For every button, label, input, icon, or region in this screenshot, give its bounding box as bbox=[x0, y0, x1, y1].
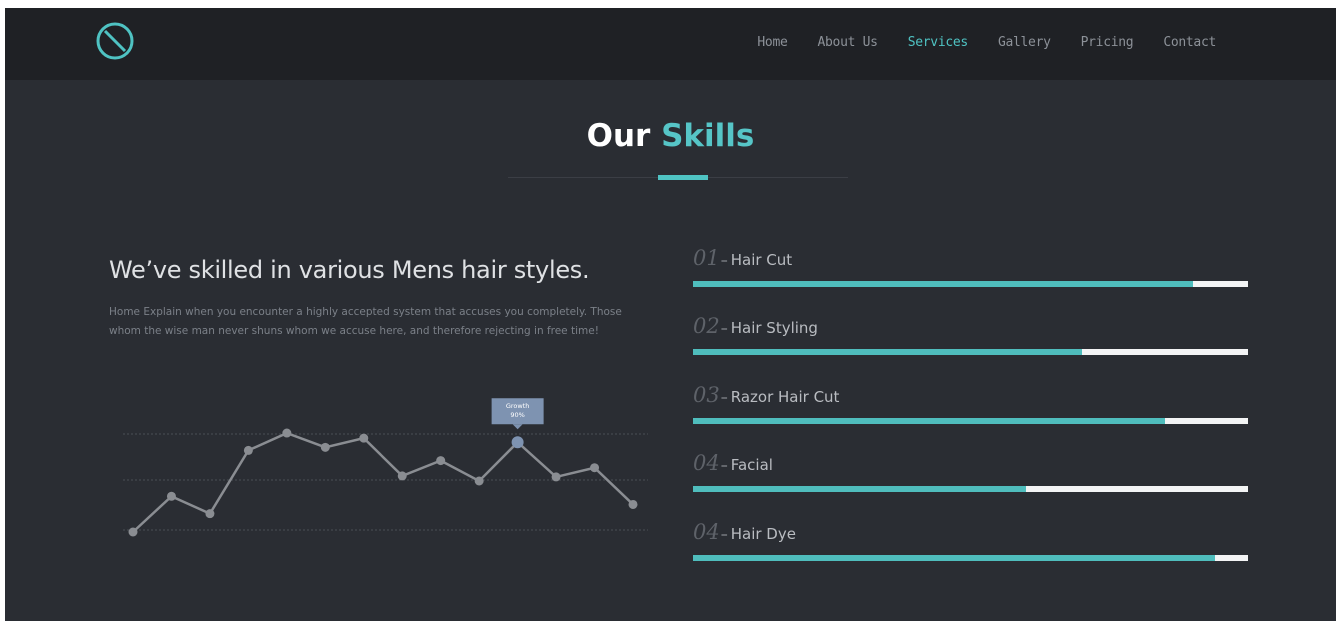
skill-number: 02 bbox=[693, 314, 720, 338]
intro-description: Home Explain when you encounter a highly… bbox=[109, 306, 622, 337]
skill-progress-track bbox=[693, 349, 1248, 355]
skill-name: Hair Cut bbox=[730, 251, 793, 269]
growth-line-chart: Growth90% bbox=[123, 398, 648, 537]
title-underline bbox=[658, 175, 708, 180]
nav-home[interactable]: Home bbox=[757, 35, 787, 50]
main-nav: Home About Us Services Gallery Pricing C… bbox=[727, 35, 1216, 50]
section-title-plain: Our bbox=[586, 118, 651, 154]
chart-point[interactable] bbox=[166, 491, 176, 501]
chart-point[interactable] bbox=[359, 433, 369, 443]
chart-tooltip-value: 90% bbox=[510, 411, 524, 419]
chart-point[interactable] bbox=[590, 463, 600, 473]
skill-number: 04 bbox=[693, 451, 720, 475]
chart-point[interactable] bbox=[436, 456, 446, 466]
skill-progress-fill bbox=[693, 349, 1082, 355]
skill-progress-fill bbox=[693, 486, 1026, 492]
skill-label: 04– Facial bbox=[693, 451, 773, 475]
skill-progress-track bbox=[693, 281, 1248, 287]
skill-item: 02– Hair Styling bbox=[693, 312, 1248, 372]
chart-point[interactable] bbox=[282, 428, 292, 438]
chart-tooltip-pointer bbox=[512, 424, 523, 430]
chart-tooltip-title: Growth bbox=[506, 402, 530, 410]
skill-number: 03 bbox=[693, 383, 720, 407]
chart-point[interactable] bbox=[474, 476, 484, 486]
nav-pricing[interactable]: Pricing bbox=[1081, 35, 1134, 50]
skill-name: Facial bbox=[730, 456, 773, 474]
nav-gallery[interactable]: Gallery bbox=[998, 35, 1051, 50]
chart-point[interactable] bbox=[128, 527, 138, 537]
nav-services[interactable]: Services bbox=[908, 35, 969, 50]
skill-name: Hair Styling bbox=[730, 319, 818, 337]
chart-point[interactable] bbox=[243, 445, 253, 455]
chart-tooltip: Growth90% bbox=[491, 398, 544, 430]
chart-point[interactable] bbox=[551, 472, 561, 482]
skill-dash: – bbox=[720, 253, 728, 269]
nav-contact[interactable]: Contact bbox=[1163, 35, 1216, 50]
skill-item: 04– Facial bbox=[693, 449, 1248, 509]
circle-slash-icon[interactable] bbox=[94, 20, 136, 62]
chart-point[interactable] bbox=[205, 509, 215, 519]
skill-progress-fill bbox=[693, 281, 1193, 287]
skill-item: 01– Hair Cut bbox=[693, 244, 1248, 304]
skill-dash: – bbox=[720, 458, 728, 474]
page-frame: Home About Us Services Gallery Pricing C… bbox=[5, 8, 1336, 621]
skill-number: 01 bbox=[693, 246, 720, 270]
skill-progress-fill bbox=[693, 418, 1165, 424]
chart-point-highlight[interactable] bbox=[511, 436, 524, 449]
skill-item: 03– Razor Hair Cut bbox=[693, 381, 1248, 441]
skill-dash: – bbox=[720, 390, 728, 406]
section-title: Our Skills bbox=[5, 118, 1336, 154]
section-title-accent: Skills bbox=[661, 118, 755, 154]
skill-number: 04 bbox=[693, 520, 720, 544]
navbar: Home About Us Services Gallery Pricing C… bbox=[5, 8, 1336, 80]
skill-label: 03– Razor Hair Cut bbox=[693, 383, 839, 407]
skill-progress-track bbox=[693, 418, 1248, 424]
intro-headline: We’ve skilled in various Mens hair style… bbox=[109, 256, 590, 284]
skill-label: 02– Hair Styling bbox=[693, 314, 818, 338]
chart-point[interactable] bbox=[397, 471, 407, 481]
skill-name: Razor Hair Cut bbox=[730, 388, 840, 406]
skill-item: 04– Hair Dye bbox=[693, 518, 1248, 578]
skill-name: Hair Dye bbox=[730, 525, 796, 543]
skill-dash: – bbox=[720, 321, 728, 337]
skill-progress-track bbox=[693, 555, 1248, 561]
skill-label: 01– Hair Cut bbox=[693, 246, 792, 270]
skill-progress-fill bbox=[693, 555, 1215, 561]
skill-label: 04– Hair Dye bbox=[693, 520, 796, 544]
skill-dash: – bbox=[720, 527, 728, 543]
nav-about-us[interactable]: About Us bbox=[818, 35, 879, 50]
chart-point[interactable] bbox=[628, 499, 638, 509]
chart-point[interactable] bbox=[320, 442, 330, 452]
skill-progress-track bbox=[693, 486, 1248, 492]
